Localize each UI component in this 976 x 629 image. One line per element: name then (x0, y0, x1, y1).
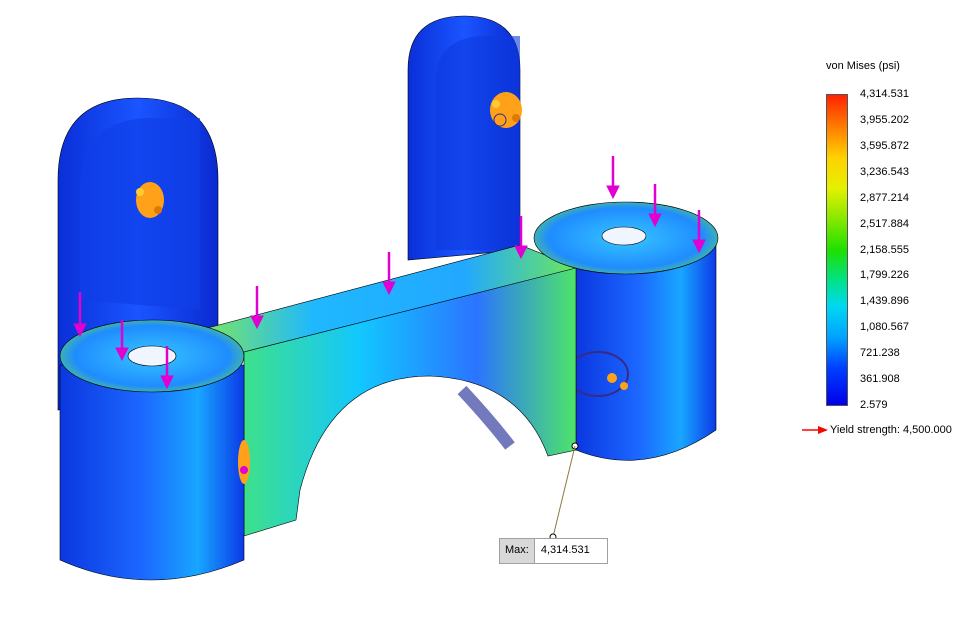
max-value: 4,314.531 (540, 544, 590, 556)
rear-right-lug (407, 15, 522, 261)
legend-tick-label: 1,799.226 (860, 269, 909, 282)
legend-tick-label: 2,158.555 (860, 243, 909, 256)
legend-tick-label: 4,314.531 (860, 88, 909, 100)
legend-tick-label: 3,595.872 (860, 139, 909, 152)
fixture-icon (136, 182, 164, 218)
load-arrow (606, 156, 620, 200)
yield-strength-label: Yield strength: 4,500.000 (830, 424, 952, 436)
yield-arrow-icon (802, 426, 828, 434)
legend-tick-label: 721.238 (860, 347, 900, 360)
stress-colorbar (826, 94, 848, 406)
max-value-probe[interactable]: Max: 4,314.531 (499, 538, 608, 564)
yield-strength-indicator: Yield strength: 4,500.000 (802, 424, 952, 436)
legend-tick-label: 3,955.202 (860, 113, 909, 126)
max-label: Max: (500, 539, 535, 563)
legend-tick-label: 2,517.884 (860, 217, 909, 230)
legend-title: von Mises (psi) (826, 60, 900, 72)
left-boss (59, 319, 250, 581)
legend-tick-label: 3,236.543 (860, 165, 909, 178)
max-probe-leader (549, 442, 579, 541)
fixture-icon (238, 440, 250, 484)
legend-tick-label: 1,439.896 (860, 295, 909, 308)
legend-tick-label: 2.579 (860, 399, 888, 411)
legend-tick-label: 1,080.567 (860, 321, 909, 334)
fixture-icon (490, 92, 522, 128)
legend-tick-label: 361.908 (860, 373, 900, 386)
legend-tick-label: 2,877.214 (860, 191, 909, 204)
